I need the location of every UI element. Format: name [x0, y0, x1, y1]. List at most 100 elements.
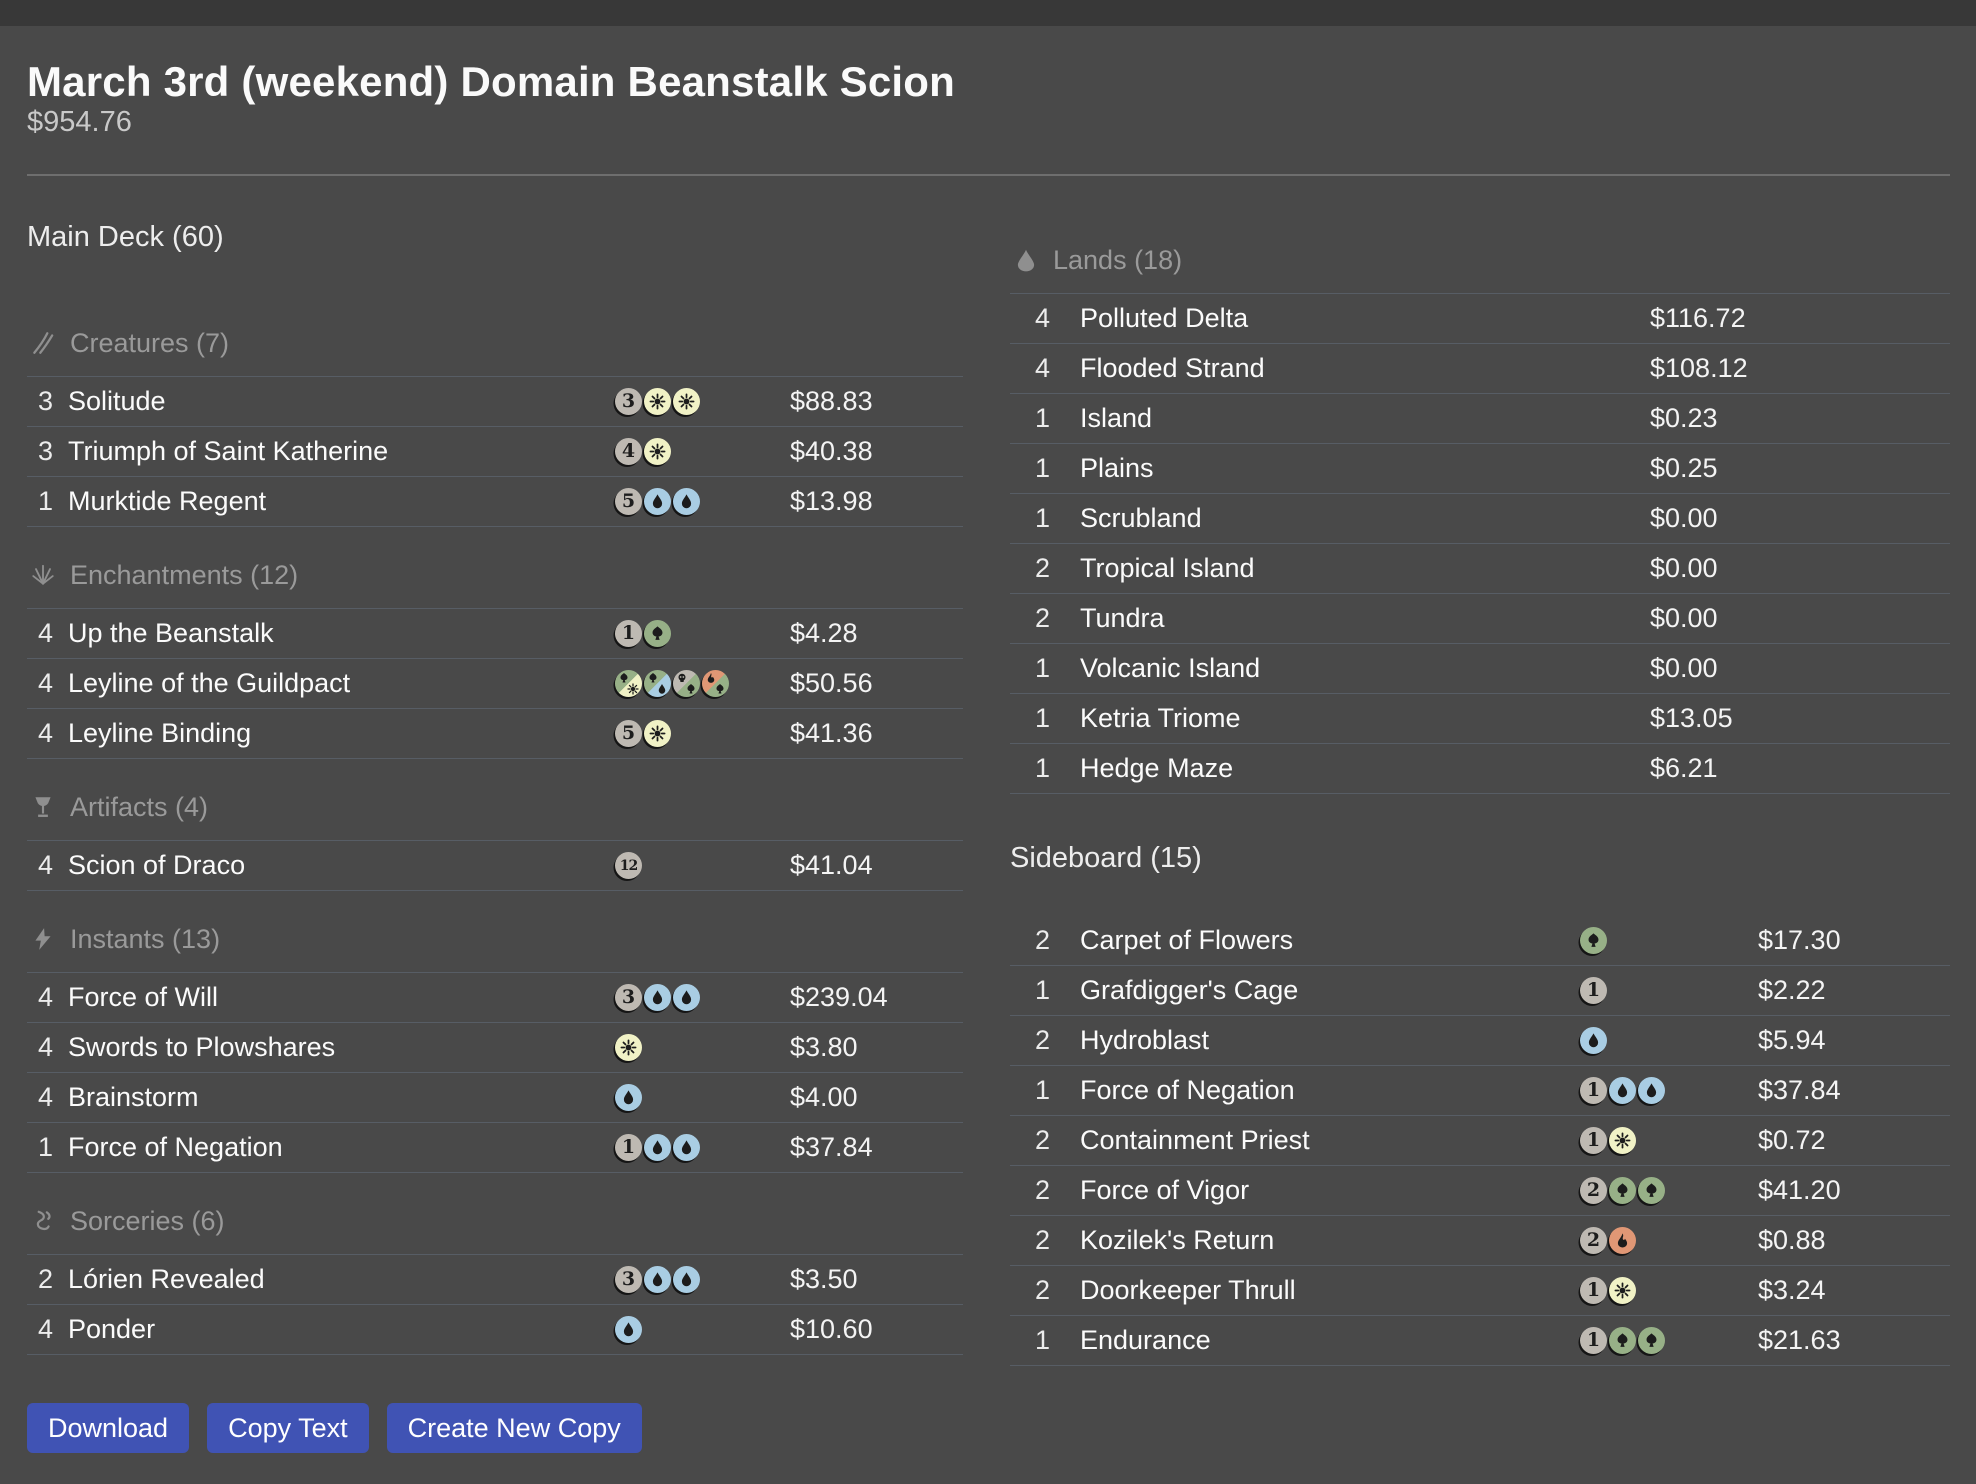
- card-row[interactable]: 1Plains$0.25: [1010, 444, 1950, 494]
- card-row[interactable]: 1Force of Negation1$37.84: [1010, 1066, 1950, 1116]
- card-row[interactable]: 4Polluted Delta$116.72: [1010, 294, 1950, 344]
- card-name[interactable]: Ketria Triome: [1080, 703, 1650, 734]
- card-name[interactable]: Grafdigger's Cage: [1080, 975, 1580, 1006]
- card-qty: 2: [1035, 1175, 1080, 1206]
- card-name[interactable]: Tundra: [1080, 603, 1650, 634]
- card-name[interactable]: Carpet of Flowers: [1080, 925, 1580, 956]
- card-name[interactable]: Force of Negation: [1080, 1075, 1580, 1106]
- card-price: $5.94: [1758, 1025, 1950, 1056]
- card-name[interactable]: Hedge Maze: [1080, 753, 1650, 784]
- card-row[interactable]: 1Volcanic Island$0.00: [1010, 644, 1950, 694]
- card-row[interactable]: 1Force of Negation1$37.84: [27, 1123, 963, 1173]
- card-price: $116.72: [1650, 303, 1950, 334]
- card-name[interactable]: Up the Beanstalk: [68, 618, 615, 649]
- card-name[interactable]: Kozilek's Return: [1080, 1225, 1580, 1256]
- mana-cost: 2: [1580, 1227, 1758, 1254]
- card-row[interactable]: 4Ponder$10.60: [27, 1305, 963, 1355]
- card-name[interactable]: Plains: [1080, 453, 1650, 484]
- card-qty: 1: [38, 1132, 68, 1163]
- main-deck-column: Main Deck (60) Creatures (7)3Solitude3$8…: [27, 217, 963, 1453]
- card-row[interactable]: 4Leyline Binding5$41.36: [27, 709, 963, 759]
- create-new-copy-button[interactable]: Create New Copy: [387, 1403, 642, 1453]
- card-row[interactable]: 2Kozilek's Return2$0.88: [1010, 1216, 1950, 1266]
- card-row[interactable]: 2Lórien Revealed3$3.50: [27, 1255, 963, 1305]
- card-name[interactable]: Island: [1080, 403, 1650, 434]
- download-button[interactable]: Download: [27, 1403, 189, 1453]
- card-row[interactable]: 2Tropical Island$0.00: [1010, 544, 1950, 594]
- card-row[interactable]: 4Up the Beanstalk1$4.28: [27, 609, 963, 659]
- card-name[interactable]: Murktide Regent: [68, 486, 615, 517]
- card-name[interactable]: Leyline Binding: [68, 718, 615, 749]
- card-row[interactable]: 1Hedge Maze$6.21: [1010, 744, 1950, 794]
- card-row[interactable]: 1Grafdigger's Cage1$2.22: [1010, 966, 1950, 1016]
- mana-U-icon: [1638, 1077, 1665, 1104]
- card-row[interactable]: 1Ketria Triome$13.05: [1010, 694, 1950, 744]
- card-name[interactable]: Leyline of the Guildpact: [68, 668, 615, 699]
- mana-W-icon: [615, 1034, 642, 1061]
- card-name[interactable]: Ponder: [68, 1314, 615, 1345]
- mana-generic-1-icon: 1: [615, 620, 642, 647]
- card-name[interactable]: Scion of Draco: [68, 850, 615, 881]
- mana-cost: [615, 1316, 790, 1343]
- card-name[interactable]: Hydroblast: [1080, 1025, 1580, 1056]
- card-qty: 2: [1035, 1125, 1080, 1156]
- card-name[interactable]: Volcanic Island: [1080, 653, 1650, 684]
- card-price: $41.04: [790, 850, 963, 881]
- mana-R-icon: [1609, 1227, 1636, 1254]
- card-name[interactable]: Triumph of Saint Katherine: [68, 436, 615, 467]
- card-row[interactable]: 4Flooded Strand$108.12: [1010, 344, 1950, 394]
- card-price: $0.00: [1650, 553, 1950, 584]
- card-name[interactable]: Lórien Revealed: [68, 1264, 615, 1295]
- enchantments-icon: [30, 562, 56, 588]
- mana-cost: [1580, 927, 1758, 954]
- card-qty: 2: [1035, 1025, 1080, 1056]
- card-name[interactable]: Polluted Delta: [1080, 303, 1650, 334]
- card-row[interactable]: 4Swords to Plowshares$3.80: [27, 1023, 963, 1073]
- card-row[interactable]: 4Brainstorm$4.00: [27, 1073, 963, 1123]
- instants-icon: [30, 926, 56, 952]
- card-row[interactable]: 2Containment Priest1$0.72: [1010, 1116, 1950, 1166]
- card-name[interactable]: Tropical Island: [1080, 553, 1650, 584]
- card-price: $88.83: [790, 386, 963, 417]
- mana-G-icon: [1580, 927, 1607, 954]
- card-row[interactable]: 2Hydroblast $5.94: [1010, 1016, 1950, 1066]
- card-name[interactable]: Solitude: [68, 386, 615, 417]
- section-label: Lands (18): [1053, 245, 1182, 276]
- card-name[interactable]: Swords to Plowshares: [68, 1032, 615, 1063]
- card-row[interactable]: 4Leyline of the Guildpact$50.56: [27, 659, 963, 709]
- header-divider: [27, 174, 1950, 176]
- card-row[interactable]: 1Endurance1$21.63: [1010, 1316, 1950, 1366]
- artifacts-icon: [30, 794, 56, 820]
- section-header: Enchantments (12): [27, 555, 963, 595]
- card-name[interactable]: Brainstorm: [68, 1082, 615, 1113]
- card-name[interactable]: Scrubland: [1080, 503, 1650, 534]
- card-name[interactable]: Force of Negation: [68, 1132, 615, 1163]
- card-row[interactable]: 1Scrubland$0.00: [1010, 494, 1950, 544]
- card-row[interactable]: 3Triumph of Saint Katherine4$40.38: [27, 427, 963, 477]
- card-name[interactable]: Force of Will: [68, 982, 615, 1013]
- card-name[interactable]: Containment Priest: [1080, 1125, 1580, 1156]
- card-row[interactable]: 2Force of Vigor2$41.20: [1010, 1166, 1950, 1216]
- card-row[interactable]: 2Tundra$0.00: [1010, 594, 1950, 644]
- card-price: $0.00: [1650, 503, 1950, 534]
- card-name[interactable]: Doorkeeper Thrull: [1080, 1275, 1580, 1306]
- card-qty: 1: [1035, 1075, 1080, 1106]
- card-row[interactable]: 4Scion of Draco12$41.04: [27, 841, 963, 891]
- mana-generic-3-icon: 3: [615, 388, 642, 415]
- card-name[interactable]: Flooded Strand: [1080, 353, 1650, 384]
- card-row[interactable]: 3Solitude3$88.83: [27, 377, 963, 427]
- card-row[interactable]: 1Murktide Regent5$13.98: [27, 477, 963, 527]
- card-row[interactable]: 2Carpet of Flowers$17.30: [1010, 916, 1950, 966]
- section-label: Enchantments (12): [70, 560, 298, 591]
- mana-generic-1-icon: 1: [1580, 1077, 1607, 1104]
- card-row[interactable]: 4Force of Will3$239.04: [27, 973, 963, 1023]
- section-label: Creatures (7): [70, 328, 229, 359]
- mana-W-icon: [644, 720, 671, 747]
- card-name[interactable]: Force of Vigor: [1080, 1175, 1580, 1206]
- card-row[interactable]: 2Doorkeeper Thrull1$3.24: [1010, 1266, 1950, 1316]
- card-price: $40.38: [790, 436, 963, 467]
- copy-text-button[interactable]: Copy Text: [207, 1403, 369, 1453]
- card-price: $3.80: [790, 1032, 963, 1063]
- card-row[interactable]: 1Island$0.23: [1010, 394, 1950, 444]
- card-name[interactable]: Endurance: [1080, 1325, 1580, 1356]
